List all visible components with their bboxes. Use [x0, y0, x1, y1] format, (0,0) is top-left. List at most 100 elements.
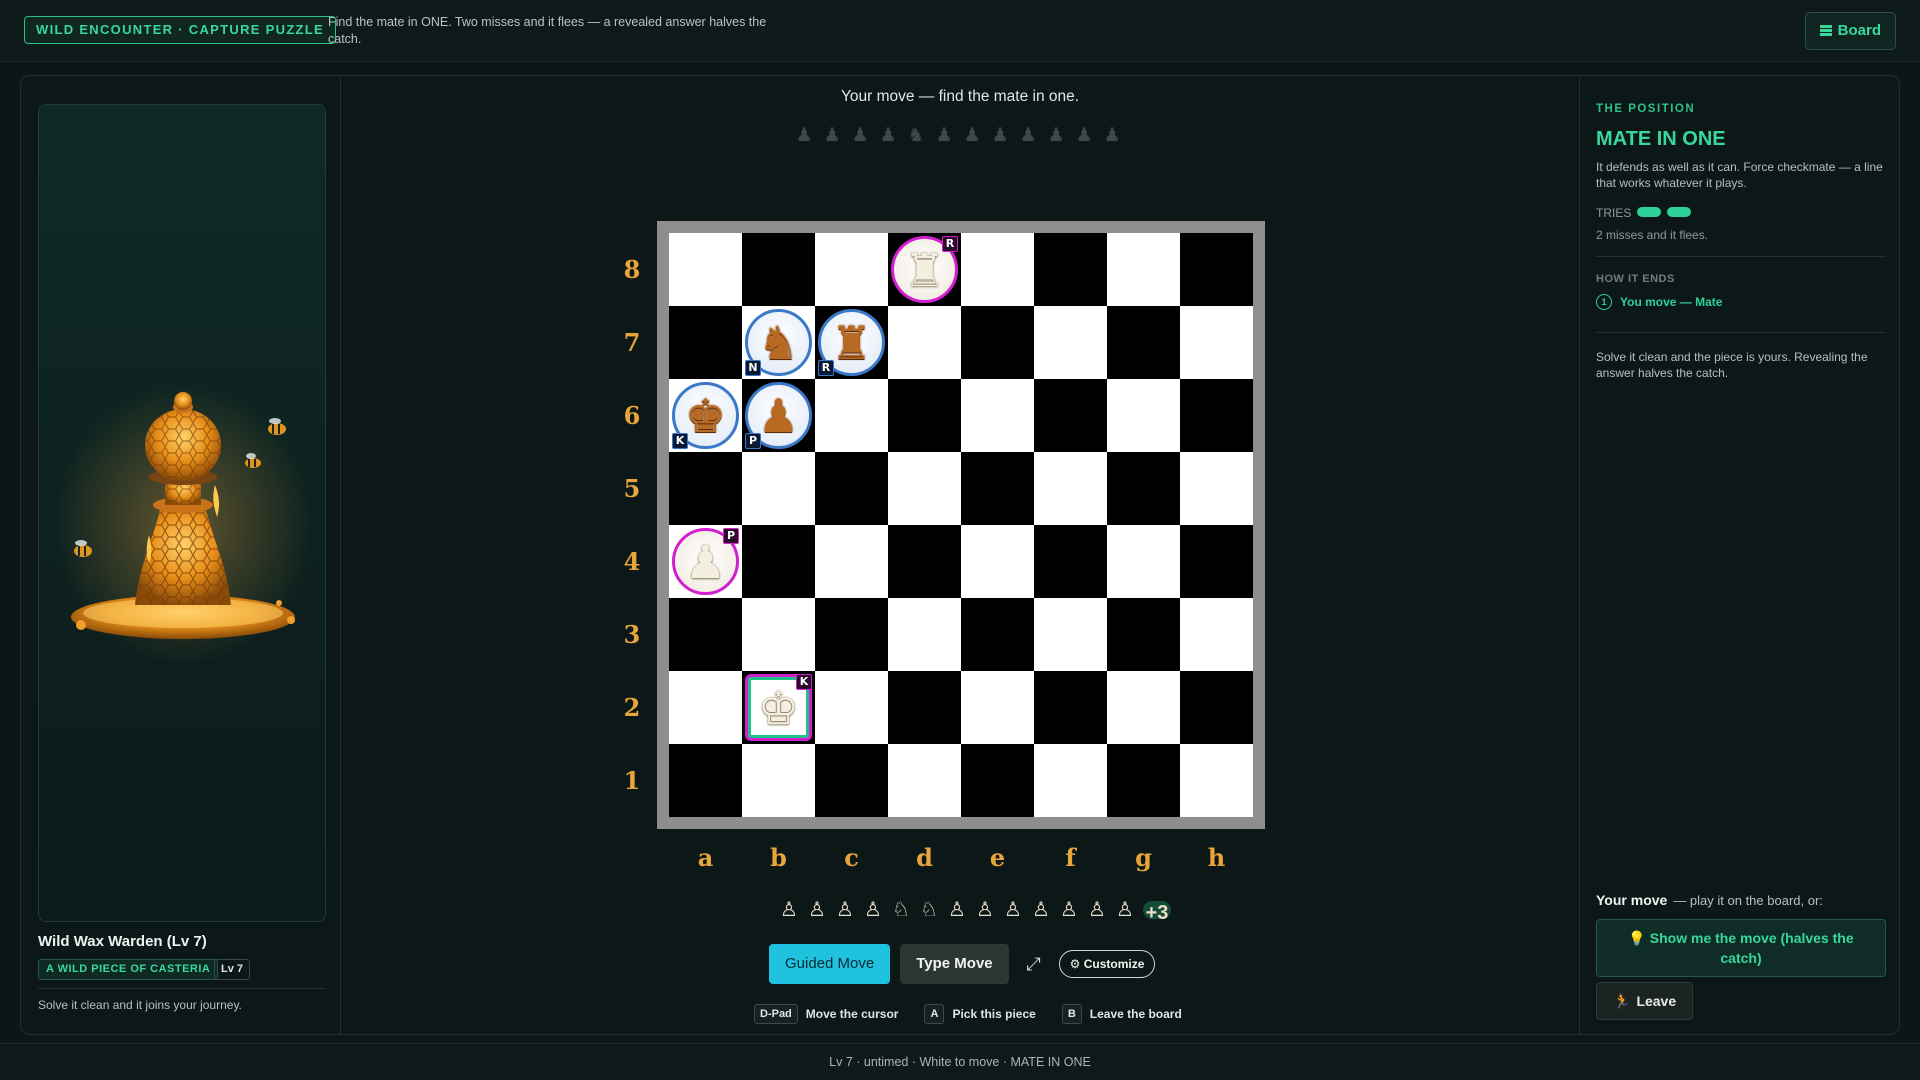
square-a6[interactable]: ♚ K: [669, 379, 742, 452]
captured-pawn-icon: ♙: [864, 899, 882, 921]
square-c2[interactable]: [815, 671, 888, 744]
dpad-key: D-Pad: [754, 1004, 798, 1024]
square-d7[interactable]: [888, 306, 961, 379]
square-e7[interactable]: [961, 306, 1034, 379]
square-b6[interactable]: ♟ P: [742, 379, 815, 452]
square-b7[interactable]: ♞ N: [742, 306, 815, 379]
square-f8[interactable]: [1034, 233, 1107, 306]
square-d4[interactable]: [888, 525, 961, 598]
hint-label: Pick this piece: [952, 1007, 1036, 1021]
file-label: h: [1207, 843, 1226, 872]
a-key: A: [924, 1004, 945, 1024]
square-g1[interactable]: [1107, 744, 1180, 817]
square-a5[interactable]: [669, 452, 742, 525]
square-c8[interactable]: [815, 233, 888, 306]
file-label: e: [989, 843, 1006, 872]
square-h2[interactable]: [1180, 671, 1253, 744]
white-piece-r-icon[interactable]: ♜ R: [891, 236, 958, 303]
square-e5[interactable]: [961, 452, 1034, 525]
chess-board[interactable]: ♜ R ♞ N ♜ R ♚ K ♟ P ♟ P ♚ K: [669, 233, 1253, 817]
square-f6[interactable]: [1034, 379, 1107, 452]
rank-label: 4: [623, 547, 641, 576]
square-c3[interactable]: [815, 598, 888, 671]
wild-piece-description: Solve it clean and it joins your journey…: [38, 998, 242, 1012]
square-a3[interactable]: [669, 598, 742, 671]
square-b5[interactable]: [742, 452, 815, 525]
square-b3[interactable]: [742, 598, 815, 671]
square-e4[interactable]: [961, 525, 1034, 598]
captured-pawn-icon: ♙: [1116, 899, 1134, 921]
show-move-button[interactable]: 💡 Show me the move (halves the catch): [1596, 919, 1886, 977]
square-h7[interactable]: [1180, 306, 1253, 379]
square-g5[interactable]: [1107, 452, 1180, 525]
square-h3[interactable]: [1180, 598, 1253, 671]
puzzle-title: MATE IN ONE: [1596, 128, 1726, 150]
misses-text: 2 misses and it flees.: [1596, 228, 1709, 242]
square-b1[interactable]: [742, 744, 815, 817]
square-h1[interactable]: [1180, 744, 1253, 817]
white-piece-k-icon[interactable]: ♚ K: [745, 674, 812, 741]
top-bar: WILD ENCOUNTER · CAPTURE PUZZLE Find the…: [0, 0, 1920, 62]
customize-button[interactable]: ⚙ Customize: [1058, 950, 1156, 978]
square-g6[interactable]: [1107, 379, 1180, 452]
square-f1[interactable]: [1034, 744, 1107, 817]
square-c1[interactable]: [815, 744, 888, 817]
guided-move-button[interactable]: Guided Move: [769, 944, 891, 984]
square-d1[interactable]: [888, 744, 961, 817]
your-move-label: Your move: [1596, 892, 1668, 908]
square-c5[interactable]: [815, 452, 888, 525]
black-piece-n-icon[interactable]: ♞ N: [745, 309, 812, 376]
captured-pawn-icon: ♙: [1032, 899, 1050, 921]
square-f2[interactable]: [1034, 671, 1107, 744]
square-a8[interactable]: [669, 233, 742, 306]
square-b8[interactable]: [742, 233, 815, 306]
square-e6[interactable]: [961, 379, 1034, 452]
square-f3[interactable]: [1034, 598, 1107, 671]
square-h8[interactable]: [1180, 233, 1253, 306]
tries-label: TRIES: [1596, 206, 1632, 220]
black-piece-k-icon[interactable]: ♚ K: [672, 382, 739, 449]
square-a4[interactable]: ♟ P: [669, 525, 742, 598]
square-h5[interactable]: [1180, 452, 1253, 525]
square-f7[interactable]: [1034, 306, 1107, 379]
square-g2[interactable]: [1107, 671, 1180, 744]
black-piece-p-icon[interactable]: ♟ P: [745, 382, 812, 449]
square-e1[interactable]: [961, 744, 1034, 817]
square-h6[interactable]: [1180, 379, 1253, 452]
captured-pawn-icon: ♟: [795, 125, 813, 146]
square-d5[interactable]: [888, 452, 961, 525]
square-c6[interactable]: [815, 379, 888, 452]
square-a7[interactable]: [669, 306, 742, 379]
divider: [1596, 256, 1886, 257]
square-f4[interactable]: [1034, 525, 1107, 598]
square-d6[interactable]: [888, 379, 961, 452]
board-list-icon: [1819, 25, 1832, 36]
black-piece-r-icon[interactable]: ♜ R: [818, 309, 885, 376]
square-h4[interactable]: [1180, 525, 1253, 598]
square-b2[interactable]: ♚ K: [742, 671, 815, 744]
square-c7[interactable]: ♜ R: [815, 306, 888, 379]
square-g4[interactable]: [1107, 525, 1180, 598]
square-b4[interactable]: [742, 525, 815, 598]
square-a2[interactable]: [669, 671, 742, 744]
wild-origin-tag: A WILD PIECE OF CASTERIA: [38, 959, 219, 980]
white-piece-p-icon[interactable]: ♟ P: [672, 528, 739, 595]
square-g8[interactable]: [1107, 233, 1180, 306]
square-e3[interactable]: [961, 598, 1034, 671]
expand-icon[interactable]: ⤢: [1019, 949, 1049, 979]
square-g7[interactable]: [1107, 306, 1180, 379]
square-e2[interactable]: [961, 671, 1034, 744]
square-c4[interactable]: [815, 525, 888, 598]
square-e8[interactable]: [961, 233, 1034, 306]
square-d2[interactable]: [888, 671, 961, 744]
board-button[interactable]: Board: [1804, 12, 1896, 50]
type-move-button[interactable]: Type Move: [900, 944, 1009, 984]
square-d3[interactable]: [888, 598, 961, 671]
square-g3[interactable]: [1107, 598, 1180, 671]
leave-label: Leave: [1636, 993, 1677, 1009]
square-a1[interactable]: [669, 744, 742, 817]
leave-button[interactable]: 🏃 Leave: [1596, 982, 1694, 1020]
square-f5[interactable]: [1034, 452, 1107, 525]
captured-pawn-icon: ♙: [836, 899, 854, 921]
square-d8[interactable]: ♜ R: [888, 233, 961, 306]
